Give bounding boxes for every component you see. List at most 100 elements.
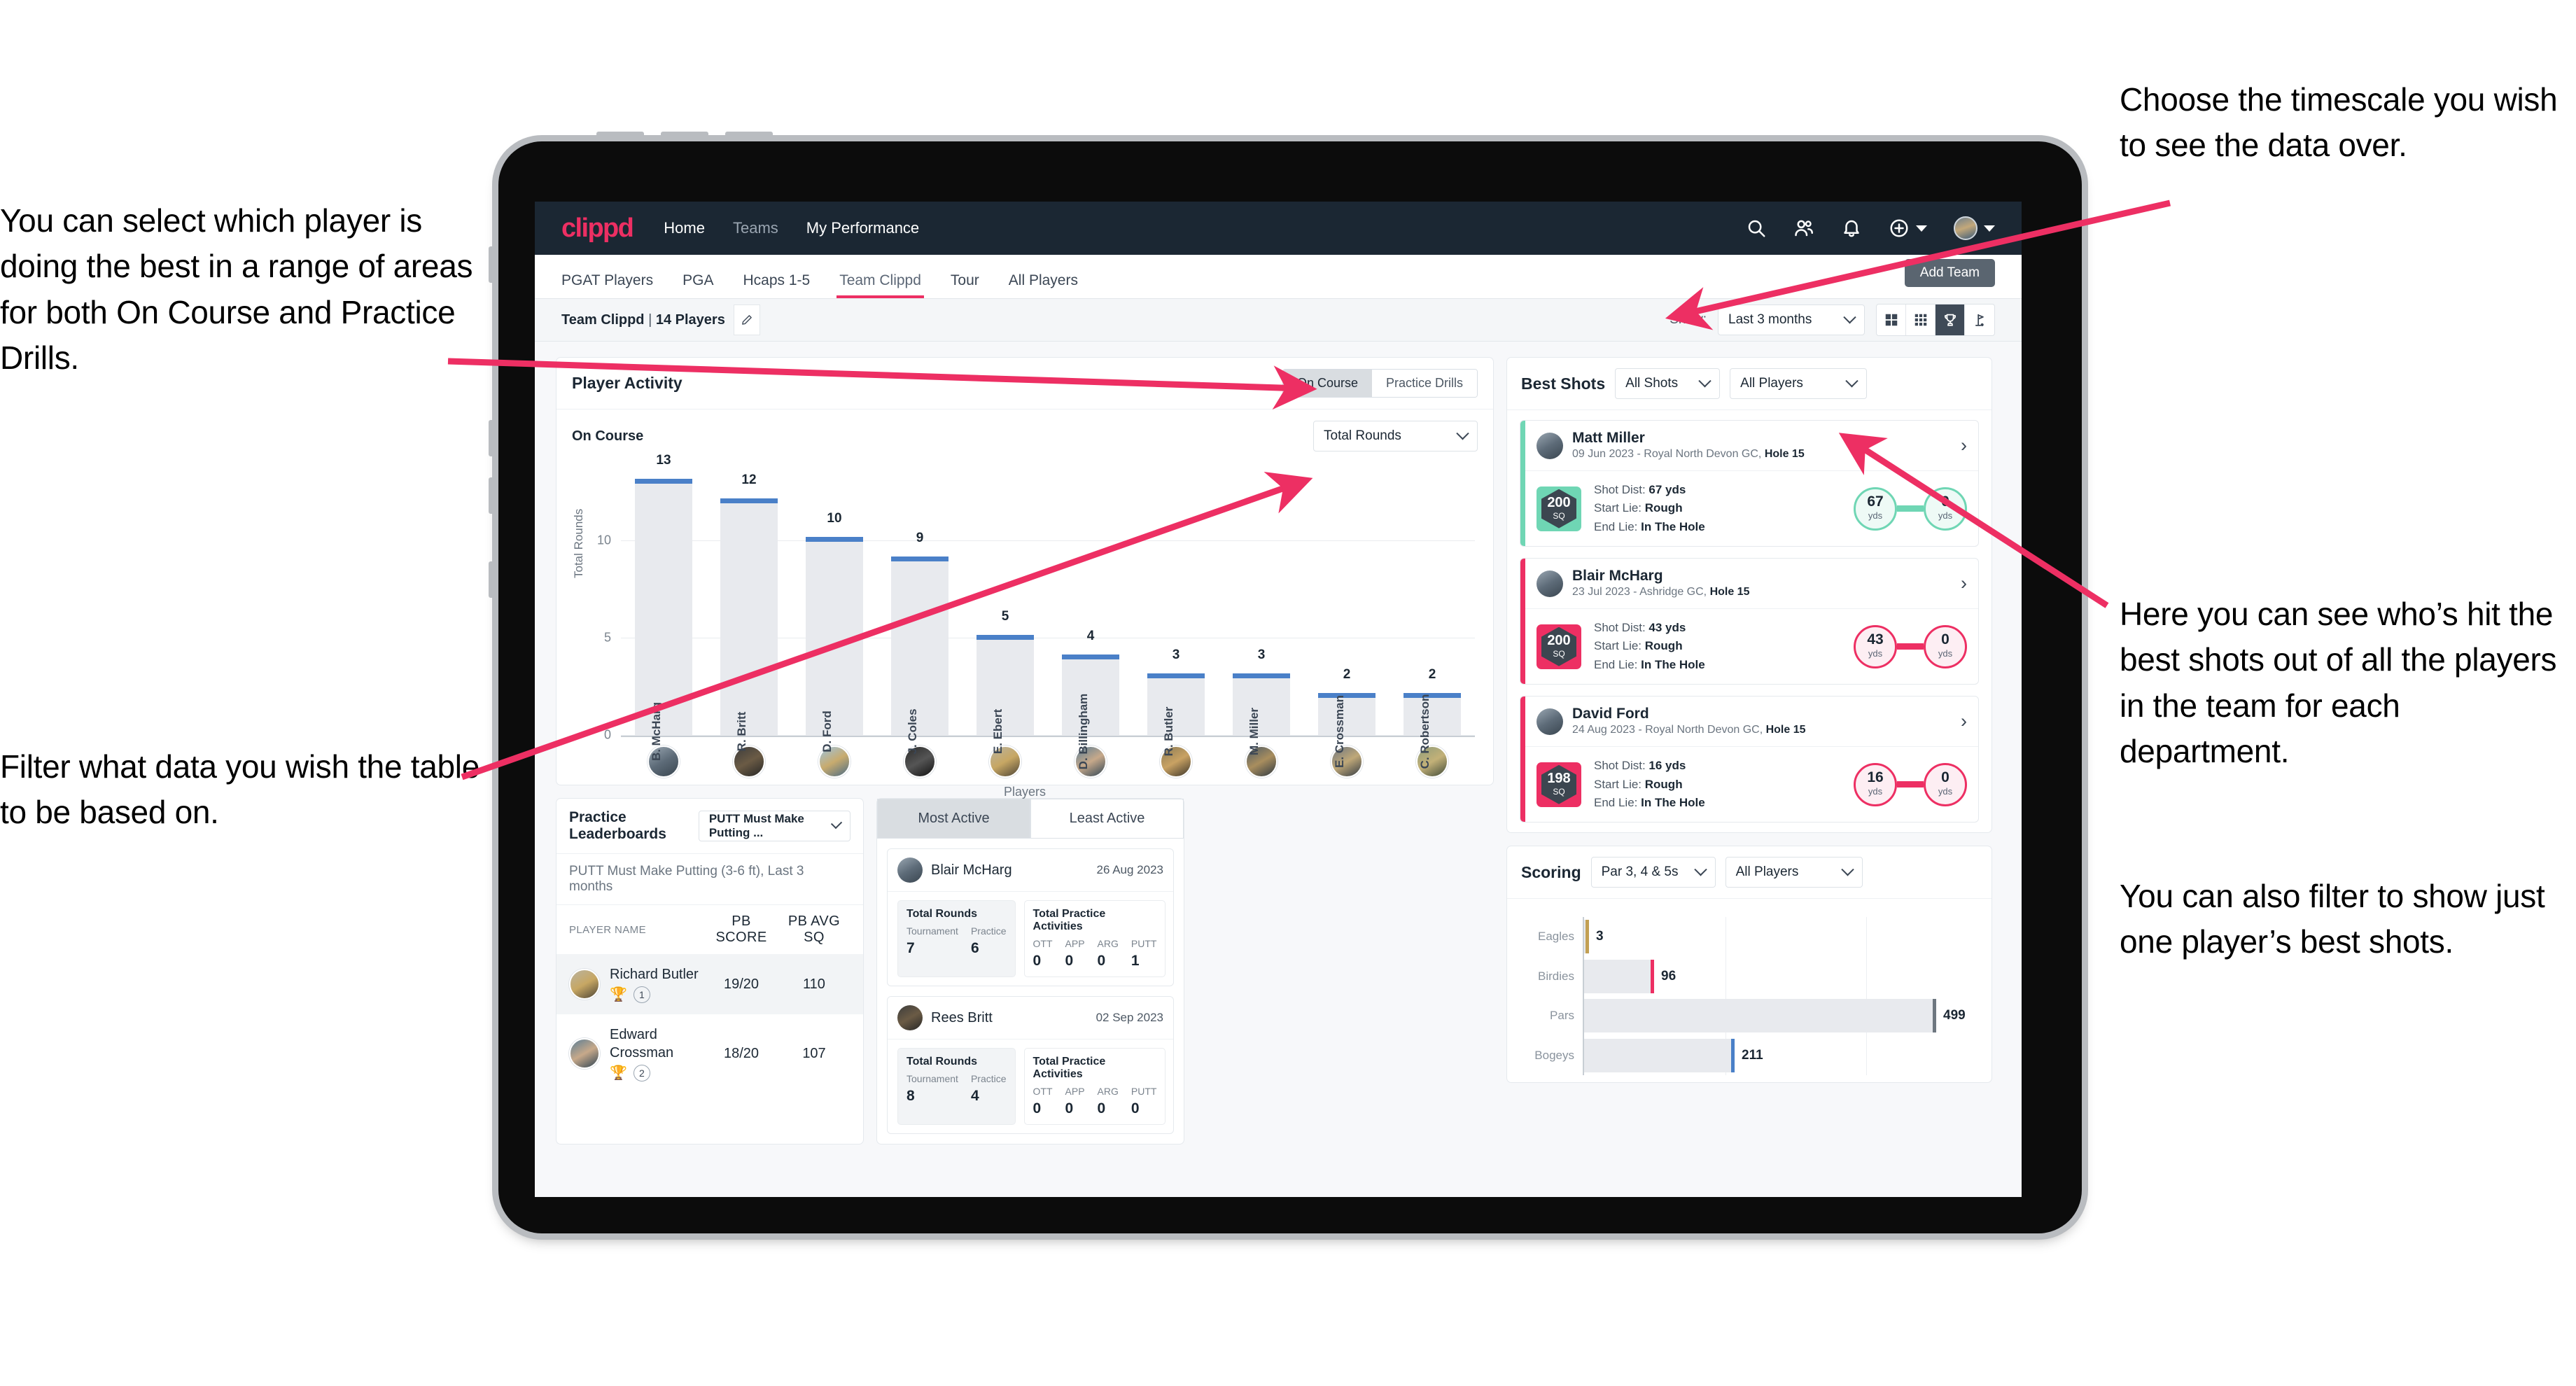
stat-key: Practice	[970, 925, 1007, 937]
scoring-category-label: Eagles	[1538, 930, 1574, 944]
chart-bar-column[interactable]: 3 M. Miller	[1219, 463, 1304, 755]
shot-end-lie-line: End Lie: In The Hole	[1594, 795, 1705, 809]
tab-pga[interactable]: PGA	[682, 272, 713, 298]
chevron-down-icon	[1693, 862, 1707, 876]
bar-value: 10	[827, 511, 842, 526]
shot-type-select[interactable]: All Shots	[1615, 368, 1721, 399]
leaderboard-row[interactable]: Richard Butler 🏆 1 19/20 110	[556, 954, 863, 1014]
annotation-right-top: Choose the timescale you wish to see the…	[2120, 81, 2558, 164]
best-shot-card[interactable]: David Ford 24 Aug 2023 - Royal North Devo…	[1520, 696, 1979, 823]
chevron-down-icon	[830, 817, 843, 829]
scoring-bar	[1584, 920, 1589, 954]
bar-label: E. Crossman	[1332, 695, 1346, 768]
best-shots-list: Matt Miller 09 Jun 2023 - Royal North Dev…	[1507, 410, 1991, 832]
timescale-select[interactable]: Last 3 months	[1718, 304, 1865, 335]
tab-hcaps-1-5[interactable]: Hcaps 1-5	[743, 272, 810, 298]
chevron-right-icon[interactable]: ›	[1961, 436, 1967, 455]
chart-bar-column[interactable]: 3 R. Butler	[1133, 463, 1219, 756]
nav-link-my-performance[interactable]: My Performance	[806, 219, 919, 237]
shot-meta: 23 Jul 2023 - Ashridge GC, Hole 15	[1572, 586, 1750, 598]
chart-bar-column[interactable]: 10 D. Ford	[792, 463, 877, 752]
add-team-tooltip: Add Team	[1904, 259, 1995, 287]
stat-key: Practice	[970, 1073, 1007, 1084]
chevron-right-icon[interactable]: ›	[1961, 574, 1967, 593]
best-shots-player-select[interactable]: All Players	[1730, 368, 1868, 399]
view-grid-large-button[interactable]	[1877, 304, 1906, 335]
tab-least-active[interactable]: Least Active	[1030, 799, 1184, 839]
view-grid-small-button[interactable]	[1906, 304, 1935, 335]
nav-link-teams[interactable]: Teams	[733, 219, 778, 237]
tab-tour[interactable]: Tour	[951, 272, 979, 298]
best-shot-card[interactable]: Matt Miller 09 Jun 2023 - Royal North Dev…	[1520, 420, 1979, 547]
scoring-bar-value: 3	[1596, 929, 1604, 944]
shot-to-circle: 0 yds	[1924, 486, 1967, 531]
view-flag-button[interactable]	[1965, 304, 1994, 335]
stat-value: 4	[970, 1088, 979, 1104]
chart-bar-column[interactable]: 9 J. Coles	[877, 463, 962, 755]
best-shot-card[interactable]: Blair McHarg 23 Jul 2023 - Ashridge GC, H…	[1520, 558, 1979, 685]
scoring-bar-row[interactable]: Pars 499	[1550, 999, 1976, 1033]
chart-bar-column[interactable]: 2 E. Crossman	[1304, 463, 1390, 768]
shot-details: Shot Dist: 16 yds Start Lie: Rough End Lie…	[1594, 757, 1705, 812]
chart-bar-column[interactable]: 12 R. Britt	[706, 463, 792, 751]
shot-end-lie-line: End Lie: In The Hole	[1594, 657, 1705, 671]
device-button-top-3	[725, 132, 773, 141]
avatar[interactable]	[1954, 216, 1977, 240]
total-practice-title: Total Practice Activities	[1032, 908, 1106, 932]
people-icon[interactable]	[1793, 218, 1814, 239]
user-menu[interactable]	[1954, 216, 1995, 240]
chart-bar-column[interactable]: 2 C. Robertson	[1390, 463, 1475, 769]
par-select[interactable]: Par 3, 4 & 5s	[1590, 857, 1716, 888]
bar-cap	[634, 478, 693, 484]
bar-label: R. Butler	[1161, 706, 1175, 757]
chart-avatar-cell	[621, 746, 706, 778]
scoring-bar-row[interactable]: Eagles 3	[1538, 920, 1976, 954]
scoring-bar-row[interactable]: Bogeys 211	[1534, 1038, 1976, 1072]
edit-team-button[interactable]	[733, 304, 760, 335]
chart-avatar-cell	[1304, 746, 1390, 778]
scoring-bar-tip	[1651, 959, 1654, 993]
bell-icon[interactable]	[1841, 218, 1862, 239]
scoring-bar-row[interactable]: Birdies 96	[1538, 959, 1976, 993]
tab-pgat-players[interactable]: PGAT Players	[561, 272, 653, 298]
segment-on-course[interactable]: On Course	[1282, 370, 1372, 397]
activity-card-list: Blair McHarg 26 Aug 2023 Total Rounds Tourn…	[877, 839, 1184, 1144]
bar-cap	[976, 634, 1035, 640]
shot-from-unit: yds	[1868, 510, 1883, 522]
practice-leaderboards-card: Practice Leaderboards PUTT Must Make Put…	[556, 798, 864, 1144]
trophy-icon	[1944, 314, 1956, 326]
add-menu[interactable]	[1889, 218, 1927, 239]
avatar	[897, 1005, 923, 1030]
activity-player-card[interactable]: Blair McHarg 26 Aug 2023 Total Rounds Tourn…	[887, 848, 1174, 986]
tab-most-active[interactable]: Most Active	[877, 799, 1030, 839]
scoring-bar-tip	[1586, 920, 1589, 954]
clippd-logo[interactable]: clippd	[561, 214, 634, 244]
activity-player-card[interactable]: Rees Britt 02 Sep 2023 Total Rounds Tournam…	[887, 996, 1174, 1134]
metric-select[interactable]: Total Rounds	[1313, 421, 1478, 451]
view-trophy-button[interactable]	[1935, 304, 1965, 335]
ytick-10: 10	[596, 533, 611, 547]
stat-value: 0	[1097, 1100, 1106, 1116]
chart-bar-column[interactable]: 13 B. McHarg	[621, 453, 706, 761]
tab-team-clippd[interactable]: Team Clippd	[836, 272, 924, 298]
drill-select[interactable]: PUTT Must Make Putting ...	[698, 811, 850, 841]
stat-value: 8	[906, 1088, 915, 1104]
scoring-category-label: Pars	[1550, 1009, 1574, 1023]
chart-bar-column[interactable]: 5 E. Ebert	[962, 463, 1048, 754]
nav-link-home[interactable]: Home	[664, 219, 705, 237]
tab-all-players[interactable]: All Players	[1009, 272, 1078, 298]
shot-to-value: 0	[1941, 769, 1949, 786]
search-icon[interactable]	[1746, 218, 1767, 239]
chevron-down-icon	[1845, 374, 1858, 387]
player-activity-chart: Total Rounds 0 5 10 13 B. McHarg 12 R. Brit…	[556, 453, 1493, 799]
scoring-player-select[interactable]: All Players	[1725, 857, 1863, 888]
team-label: Team Clippd | 14 Players	[561, 312, 725, 328]
shot-distance-line: Shot Dist: 16 yds	[1594, 759, 1686, 773]
chart-bar-column[interactable]: 4 D. Billingham	[1048, 463, 1133, 769]
stat-key: ARG	[1097, 938, 1119, 949]
chart-avatar-cell	[1048, 746, 1133, 778]
chevron-right-icon[interactable]: ›	[1961, 712, 1967, 731]
plus-circle-icon[interactable]	[1889, 218, 1910, 239]
segment-practice-drills[interactable]: Practice Drills	[1371, 370, 1477, 397]
leaderboard-row[interactable]: Edward Crossman 🏆 2 18/20 107	[556, 1014, 863, 1093]
